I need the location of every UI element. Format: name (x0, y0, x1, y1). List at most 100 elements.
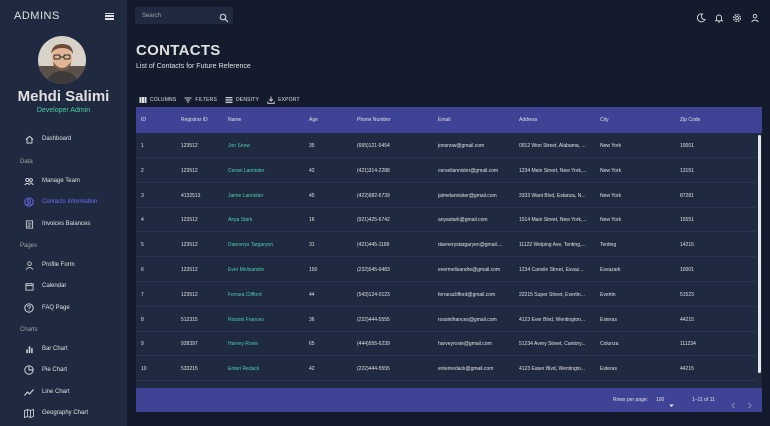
grid-footer: Rows per page: 100 1–11 of 11 (136, 388, 762, 412)
sidebar-item-geography-chart[interactable]: Geography Chart (0, 405, 127, 421)
table-row[interactable]: 9 928397 Harvey Roxie 65 (444)555-6239 harvey… (136, 331, 756, 357)
cell-city: New York (600, 143, 622, 149)
prev-page-icon[interactable] (730, 396, 737, 409)
sidebar-item-pie-chart[interactable]: Pie Chart (0, 362, 127, 378)
cell-city: Colunza (600, 341, 619, 348)
sidebar-item-contacts[interactable]: Contacts Information (0, 194, 127, 210)
density-icon (225, 97, 233, 104)
settings-icon[interactable] (732, 10, 742, 23)
cell-zip-code: 51523 (680, 291, 694, 298)
cell-address: 1234 Canvile Street, Esvaz... (519, 267, 584, 273)
filters-button[interactable]: FILTERS (184, 96, 217, 104)
cell-city: Esvazark (600, 267, 621, 273)
sidebar-item-dashboard[interactable]: Dashboard (0, 131, 127, 147)
sidebar-item-manage-team[interactable]: Manage Team (0, 173, 127, 189)
table-row[interactable]: 10 533215 Enteri Redack 42 (222)444-5555 ente… (136, 356, 756, 382)
cell-age: 42 (309, 167, 315, 174)
scrollbar-thumb[interactable] (758, 135, 761, 373)
cell-name: Enteri Redack (228, 366, 260, 373)
table-row[interactable]: 3 4132513 Jaime Lannister 45 (422)982-6739 ja… (136, 183, 756, 208)
cell-zip-code: 44215 (680, 316, 694, 323)
cell-age: 150 (309, 267, 318, 273)
cell-registrar-id: 123512 (181, 291, 198, 298)
sidebar-item-bar-chart[interactable]: Bar Chart (0, 341, 127, 357)
columns-button[interactable]: COLUMNS (139, 96, 176, 104)
sidebar-item-label: Dashboard (42, 136, 72, 142)
search-input[interactable]: Search (142, 13, 161, 19)
page-subtitle: List of Contacts for Future Reference (136, 63, 251, 70)
export-button[interactable]: EXPORT (267, 96, 300, 104)
column-header-age[interactable]: Age (309, 117, 318, 123)
sidebar-item-profile-form[interactable]: Profile Form (0, 257, 127, 273)
cell-email: jonsnow@gmail.com (438, 143, 485, 149)
dark-mode-icon[interactable] (696, 10, 706, 23)
grid-header: ID Registrar ID Name Age Phone Number Email Ad… (136, 107, 762, 133)
cell-registrar-id: 123512 (181, 167, 198, 174)
table-row[interactable]: 6 123512 Ever Melisandre 150 (232)545-6483 ev… (136, 257, 756, 282)
table-row[interactable]: 2 123512 Cersei Lannister 42 (421)314-2288 ce… (136, 158, 756, 183)
search-icon[interactable] (219, 10, 229, 23)
vertical-scrollbar[interactable] (757, 133, 762, 391)
rows-per-page-select[interactable]: 100 (656, 397, 664, 403)
cell-email: jaimelannister@gmail.com (438, 192, 497, 199)
cell-address: 1234 Main Street, New York,... (519, 167, 587, 174)
column-header-id[interactable]: ID (141, 117, 146, 123)
column-header-address[interactable]: Address (519, 117, 537, 123)
cell-name: Jon Snow (228, 143, 250, 149)
next-page-icon[interactable] (746, 396, 753, 409)
table-row[interactable]: 1 123512 Jon Snow 35 (665)121-5454 jonsnow@gm… (136, 133, 756, 158)
density-button[interactable]: DENSITY (225, 96, 259, 104)
cell-registrar-id: 123512 (181, 217, 198, 224)
cell-email: evermelisandre@gmail.com (438, 267, 501, 273)
cell-phone: (543)124-0123 (357, 291, 390, 298)
cell-name: Ferrara Clifford (228, 291, 262, 298)
table-row[interactable]: 8 512315 Rossini Frances 36 (222)444-5555 ros… (136, 307, 756, 332)
table-row[interactable]: 5 123512 Daenerys Targaryen 31 (421)445-1189… (136, 232, 756, 258)
sidebar-item-line-chart[interactable]: Line Chart (0, 384, 127, 400)
sidebar: ADMINS Mehdi Salimi Developer Admin Dash… (0, 0, 127, 426)
table-row[interactable]: 7 123512 Ferrara Clifford 44 (543)124-0123 fe… (136, 282, 756, 307)
chevron-down-icon[interactable] (668, 396, 675, 407)
column-header-city[interactable]: City (600, 117, 609, 123)
cell-phone: (921)425-6742 (357, 217, 390, 224)
sidebar-item-label: FAQ Page (42, 305, 70, 311)
cell-id: 7 (141, 291, 144, 298)
help-icon (24, 303, 34, 313)
search-bar[interactable]: Search (135, 7, 233, 24)
cell-zip-code: 14215 (680, 242, 694, 249)
cell-phone: (222)444-5555 (357, 316, 390, 323)
column-header-zip-code[interactable]: Zip Code (680, 117, 700, 123)
cell-email: anyastark@gmail.com (438, 217, 488, 224)
section-charts-label: Charts (20, 327, 38, 333)
cell-zip-code: 10001 (680, 143, 694, 149)
column-header-name[interactable]: Name (228, 117, 241, 123)
column-header-email[interactable]: Email (438, 117, 451, 123)
person-icon (24, 260, 34, 270)
user-name: Mehdi Salimi (17, 88, 110, 105)
menu-icon[interactable] (105, 12, 114, 20)
column-header-phone[interactable]: Phone Number (357, 117, 391, 123)
grid-toolbar: COLUMNS FILTERS DENSITY EXPORT (139, 96, 300, 104)
cell-id: 5 (141, 242, 144, 249)
sidebar-item-label: Line Chart (42, 389, 70, 395)
sidebar-header: ADMINS (14, 8, 114, 24)
cell-registrar-id: 123512 (181, 242, 198, 249)
cell-id: 10 (141, 366, 147, 373)
section-data-label: Data (20, 159, 33, 165)
cell-id: 2 (141, 167, 144, 174)
cell-zip-code: 44215 (680, 366, 694, 373)
cell-address: 11122 Welping Ave, Tenting,... (519, 242, 586, 249)
sidebar-item-faq[interactable]: FAQ Page (0, 300, 127, 316)
cell-age: 42 (309, 366, 315, 373)
table-row[interactable]: 4 123512 Anya Stark 16 (921)425-6742 anyastar… (136, 207, 756, 233)
sidebar-item-calendar[interactable]: Calendar (0, 278, 127, 294)
cell-name: Jaime Lannister (228, 192, 264, 199)
cell-phone: (665)121-5454 (357, 143, 390, 149)
columns-label: COLUMNS (150, 97, 177, 103)
profile-icon[interactable] (750, 10, 760, 23)
notifications-icon[interactable] (714, 10, 724, 23)
cell-registrar-id: 533215 (181, 366, 198, 373)
column-header-registrar-id[interactable]: Registrar ID (181, 117, 208, 123)
cell-age: 45 (309, 192, 315, 199)
sidebar-item-invoices[interactable]: Invoices Balances (0, 216, 127, 232)
